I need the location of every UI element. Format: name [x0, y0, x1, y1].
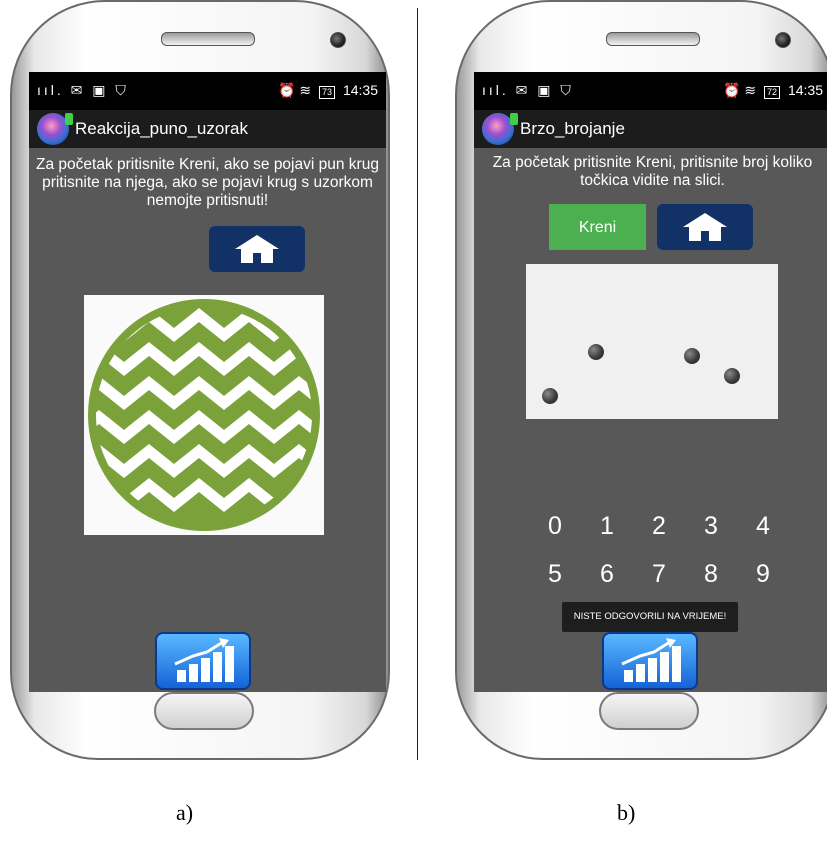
status-bar: ııl. ✉ ▣ ⛉ ⏰ ≋ 72 14:35	[474, 72, 827, 110]
battery-indicator: 72	[764, 86, 781, 99]
digit-0-button[interactable]: 0	[544, 512, 566, 541]
stats-button[interactable]	[155, 632, 251, 690]
wifi-icon: ≋	[299, 82, 312, 98]
image-icon: ▣	[537, 82, 554, 98]
digit-3-button[interactable]: 3	[700, 512, 722, 541]
digit-7-button[interactable]: 7	[648, 560, 670, 589]
status-notification-icons: ııl. ✉ ▣ ⛉	[482, 82, 574, 99]
clock: 14:35	[787, 82, 823, 98]
kreni-button[interactable]: Kreni	[549, 204, 646, 250]
alarm-icon: ⏰	[278, 82, 296, 98]
shield-icon: ⛉	[115, 82, 129, 98]
home-button[interactable]	[657, 204, 753, 250]
battery-indicator: 73	[319, 86, 336, 99]
phone-b: ııl. ✉ ▣ ⛉ ⏰ ≋ 72 14:35 Brzo_brojanje Za…	[455, 0, 827, 763]
app-title: Brzo_brojanje	[520, 119, 625, 138]
clock: 14:35	[342, 82, 378, 98]
stimulus-image[interactable]	[84, 295, 324, 535]
earpiece	[161, 32, 255, 46]
mail-icon: ✉	[515, 82, 531, 98]
app-brain-icon[interactable]	[37, 113, 73, 145]
dots-image	[526, 264, 778, 419]
digit-9-button[interactable]: 9	[752, 560, 774, 589]
status-right: ⏰ ≋ 73 14:35	[278, 82, 378, 99]
digit-row-bottom: 5 6 7 8 9	[544, 560, 774, 589]
zigzag-circle-pattern	[88, 299, 320, 531]
status-right: ⏰ ≋ 72 14:35	[723, 82, 823, 99]
caption-b: b)	[617, 800, 636, 825]
digit-8-button[interactable]: 8	[700, 560, 722, 589]
instructions-text: Za početak pritisnite Kreni, pritisnite …	[492, 154, 813, 189]
shield-icon: ⛉	[560, 82, 574, 98]
caption-a: a)	[176, 800, 194, 825]
action-bar: Reakcija_puno_uzorak	[29, 110, 386, 148]
signal-icon: ııl.	[37, 82, 64, 98]
home-icon	[683, 213, 727, 241]
front-camera	[775, 32, 791, 48]
status-bar: ııl. ✉ ▣ ⛉ ⏰ ≋ 73 14:35	[29, 72, 386, 110]
dot	[684, 348, 700, 364]
app-title: Reakcija_puno_uzorak	[75, 119, 248, 138]
phone-a: ııl. ✉ ▣ ⛉ ⏰ ≋ 73 14:35 Reakcija_puno_uz…	[10, 0, 405, 763]
screen: ııl. ✉ ▣ ⛉ ⏰ ≋ 72 14:35 Brzo_brojanje Za…	[474, 72, 827, 692]
digit-5-button[interactable]: 5	[544, 560, 566, 589]
action-bar: Brzo_brojanje	[474, 110, 827, 148]
toast-message: NISTE ODGOVORILI NA VRIJEME!	[562, 602, 738, 632]
dot	[588, 344, 604, 360]
signal-icon: ııl.	[482, 82, 509, 98]
status-notification-icons: ııl. ✉ ▣ ⛉	[37, 82, 129, 99]
chart-icon	[621, 638, 681, 682]
stats-button[interactable]	[602, 632, 698, 690]
phone-shell: ııl. ✉ ▣ ⛉ ⏰ ≋ 72 14:35 Brzo_brojanje Za…	[455, 0, 827, 760]
chart-icon	[174, 638, 234, 682]
home-icon	[235, 235, 279, 263]
hardware-home-button[interactable]	[599, 692, 699, 730]
digit-4-button[interactable]: 4	[752, 512, 774, 541]
phone-shell: ııl. ✉ ▣ ⛉ ⏰ ≋ 73 14:35 Reakcija_puno_uz…	[10, 0, 390, 760]
hardware-home-button[interactable]	[154, 692, 254, 730]
digit-6-button[interactable]: 6	[596, 560, 618, 589]
home-button[interactable]	[209, 226, 305, 272]
alarm-icon: ⏰	[723, 82, 741, 98]
figure-divider	[417, 8, 418, 760]
image-icon: ▣	[92, 82, 109, 98]
wifi-icon: ≋	[744, 82, 757, 98]
screen: ııl. ✉ ▣ ⛉ ⏰ ≋ 73 14:35 Reakcija_puno_uz…	[29, 72, 386, 692]
digit-2-button[interactable]: 2	[648, 512, 670, 541]
digit-1-button[interactable]: 1	[596, 512, 618, 541]
dot	[542, 388, 558, 404]
earpiece	[606, 32, 700, 46]
front-camera	[330, 32, 346, 48]
app-brain-icon[interactable]	[482, 113, 518, 145]
instructions-text: Za početak pritisnite Kreni, ako se poja…	[36, 156, 379, 209]
dot	[724, 368, 740, 384]
digit-row-top: 0 1 2 3 4	[544, 512, 774, 541]
mail-icon: ✉	[70, 82, 86, 98]
